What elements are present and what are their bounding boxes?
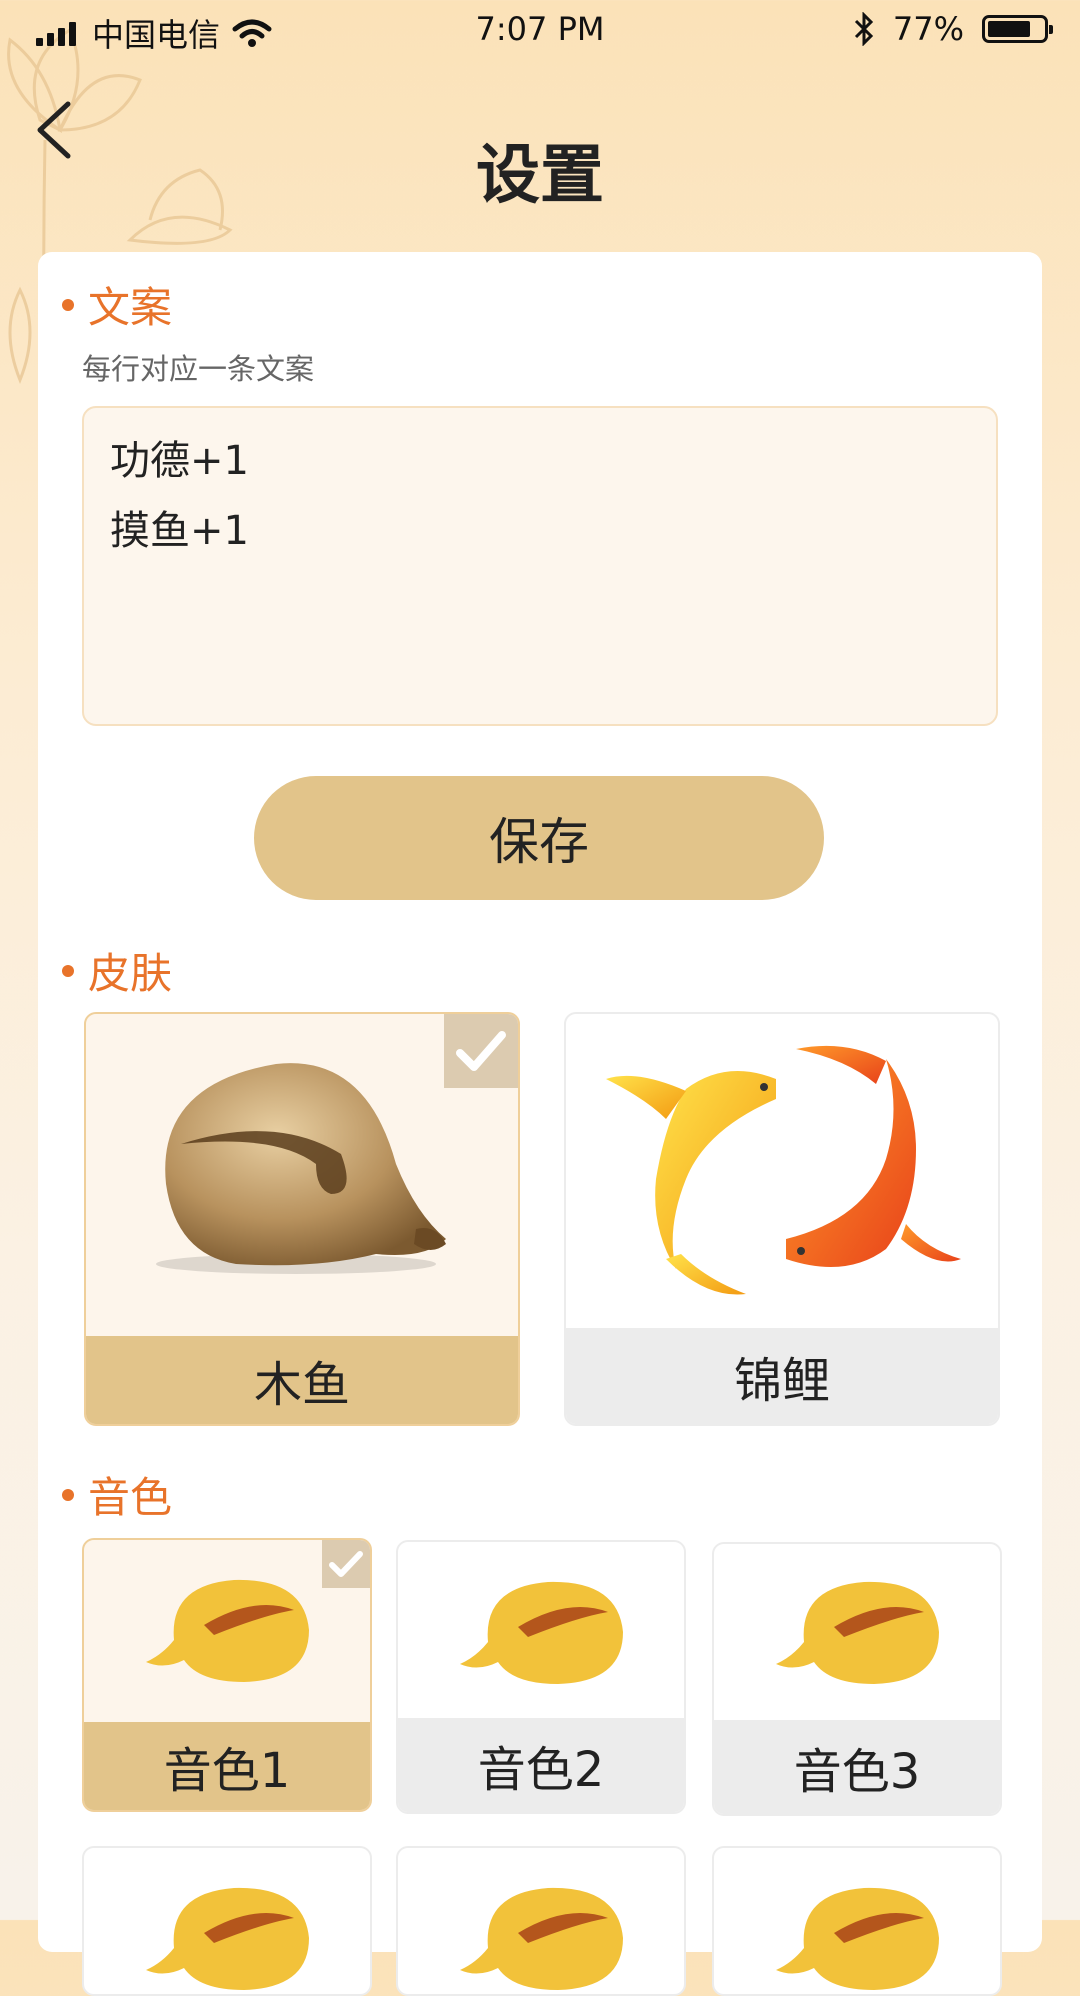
wooden-fish-icon bbox=[460, 1581, 623, 1684]
wooden-fish-icon bbox=[156, 1063, 446, 1274]
battery-icon bbox=[982, 15, 1053, 43]
sound-label: 音色1 bbox=[84, 1722, 370, 1810]
sound-label: 音色3 bbox=[714, 1720, 1000, 1814]
skin-option-wooden-fish[interactable]: 木鱼 bbox=[84, 1012, 520, 1426]
sound-option-1[interactable]: 音色1 bbox=[82, 1538, 372, 1812]
koi-fish-icon bbox=[606, 1045, 961, 1295]
bullet-dot bbox=[62, 298, 74, 311]
wooden-fish-icon bbox=[776, 1887, 939, 1990]
sound-label: 音色2 bbox=[398, 1718, 684, 1812]
skin-label: 锦鲤 bbox=[566, 1328, 998, 1424]
sound-option-partial[interactable] bbox=[712, 1846, 1002, 1996]
copy-section-title: 文案 bbox=[88, 283, 173, 332]
status-bar: 中国电信 7:07 PM 77% bbox=[0, 0, 1080, 64]
skin-label: 木鱼 bbox=[86, 1336, 518, 1424]
wooden-fish-icon bbox=[146, 1579, 309, 1682]
bullet-dot bbox=[62, 1488, 74, 1501]
sound-option-partial[interactable] bbox=[396, 1846, 686, 1996]
skin-section-title: 皮肤 bbox=[88, 949, 173, 998]
selected-check-icon bbox=[444, 1014, 518, 1088]
sound-section-header: 音色 bbox=[62, 1464, 172, 1525]
wooden-fish-icon bbox=[776, 1581, 939, 1684]
save-button[interactable]: 保存 bbox=[254, 776, 824, 900]
sound-option-3[interactable]: 音色3 bbox=[712, 1542, 1002, 1816]
copy-section-header: 文案 bbox=[62, 274, 172, 335]
page-title: 设置 bbox=[476, 139, 604, 213]
sound-option-partial[interactable] bbox=[82, 1846, 372, 1996]
wooden-fish-icon bbox=[146, 1887, 309, 1990]
bullet-dot bbox=[62, 964, 74, 977]
copy-hint: 每行对应一条文案 bbox=[82, 352, 315, 386]
settings-card: 文案 每行对应一条文案 功德+1 摸鱼+1 保存 皮肤 木鱼 锦鲤 音色 音色1… bbox=[38, 252, 1042, 1996]
wooden-fish-icon bbox=[460, 1887, 623, 1990]
bluetooth-icon bbox=[854, 12, 873, 46]
sound-section-title: 音色 bbox=[88, 1473, 173, 1522]
battery-percent: 77% bbox=[892, 10, 964, 48]
selected-check-icon bbox=[322, 1540, 370, 1588]
skin-option-koi[interactable]: 锦鲤 bbox=[564, 1012, 1000, 1426]
sound-option-2[interactable]: 音色2 bbox=[396, 1540, 686, 1814]
copy-textarea[interactable]: 功德+1 摸鱼+1 bbox=[82, 406, 998, 726]
skin-section-header: 皮肤 bbox=[62, 940, 172, 1001]
